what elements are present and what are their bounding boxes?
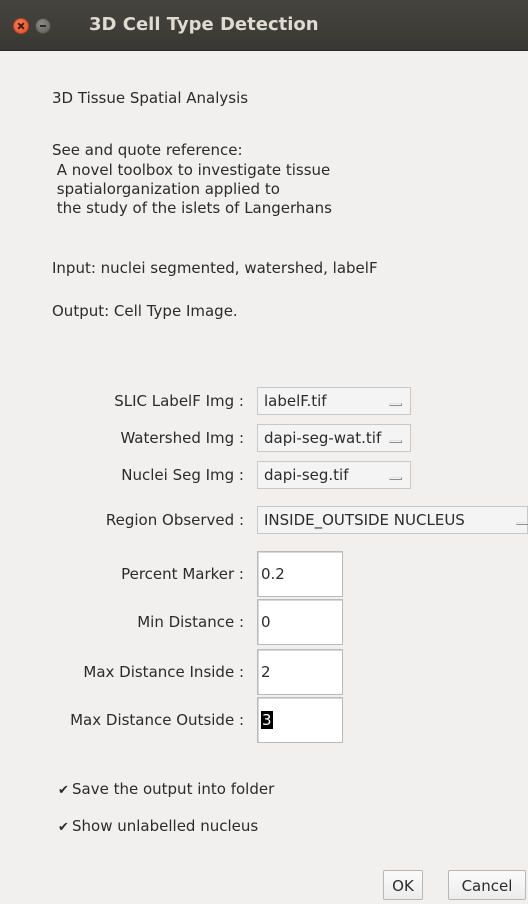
minimize-window-icon[interactable]	[35, 18, 51, 34]
save-output-label: Save the output into folder	[72, 780, 275, 798]
dropdown-indicator-icon	[389, 440, 402, 443]
reference-line-3: spatialorganization applied to	[52, 180, 280, 198]
reference-line-4: the study of the islets of Langerhans	[52, 199, 332, 217]
slic-labelf-select[interactable]: labelF.tif	[257, 387, 411, 415]
nuclei-seg-label: Nuclei Seg Img :	[121, 466, 244, 484]
close-window-icon[interactable]	[13, 18, 29, 34]
region-observed-value: INSIDE_OUTSIDE NUCLEUS	[264, 511, 465, 529]
reference-line-1: See and quote reference:	[52, 141, 243, 159]
max-distance-inside-input[interactable]: 2	[257, 649, 343, 695]
max-distance-outside-label: Max Distance Outside :	[70, 711, 244, 729]
reference-line-2: A novel toolbox to investigate tissue	[52, 161, 331, 179]
cancel-button[interactable]: Cancel	[448, 870, 526, 900]
min-distance-label: Min Distance :	[137, 613, 244, 631]
dropdown-indicator-icon	[389, 403, 402, 406]
percent-marker-input[interactable]: 0.2	[257, 551, 343, 597]
output-description: Output: Cell Type Image.	[52, 302, 238, 320]
watershed-value: dapi-seg-wat.tif	[264, 429, 382, 447]
region-observed-label: Region Observed :	[105, 511, 244, 529]
percent-marker-label: Percent Marker :	[121, 565, 244, 583]
show-unlabelled-label: Show unlabelled nucleus	[72, 817, 259, 835]
slic-labelf-label: SLIC LabelF Img :	[114, 392, 244, 410]
max-distance-outside-value: 3	[261, 711, 273, 729]
nuclei-seg-value: dapi-seg.tif	[264, 466, 349, 484]
slic-labelf-value: labelF.tif	[264, 392, 327, 410]
show-unlabelled-checkbox[interactable]: ✔ Show unlabelled nucleus	[58, 816, 258, 838]
dialog-heading: 3D Tissue Spatial Analysis	[52, 89, 249, 107]
nuclei-seg-select[interactable]: dapi-seg.tif	[257, 461, 411, 489]
window-title: 3D Cell Type Detection	[89, 14, 319, 35]
save-output-checkbox[interactable]: ✔ Save the output into folder	[58, 779, 274, 801]
max-distance-inside-label: Max Distance Inside :	[83, 663, 244, 681]
watershed-select[interactable]: dapi-seg-wat.tif	[257, 424, 411, 452]
max-distance-inside-value: 2	[261, 663, 271, 681]
dropdown-indicator-icon	[516, 522, 528, 525]
watershed-label: Watershed Img :	[120, 429, 244, 447]
region-observed-select[interactable]: INSIDE_OUTSIDE NUCLEUS	[257, 506, 528, 534]
min-distance-input[interactable]: 0	[257, 599, 343, 645]
ok-button[interactable]: OK	[383, 870, 423, 900]
checkmark-icon: ✔	[58, 820, 69, 835]
dropdown-indicator-icon	[389, 477, 402, 480]
max-distance-outside-input[interactable]: 3	[257, 697, 343, 743]
percent-marker-value: 0.2	[261, 565, 285, 583]
input-description: Input: nuclei segmented, watershed, labe…	[52, 259, 378, 277]
min-distance-value: 0	[261, 613, 271, 631]
checkmark-icon: ✔	[58, 783, 69, 798]
title-bar: 3D Cell Type Detection	[0, 0, 528, 51]
